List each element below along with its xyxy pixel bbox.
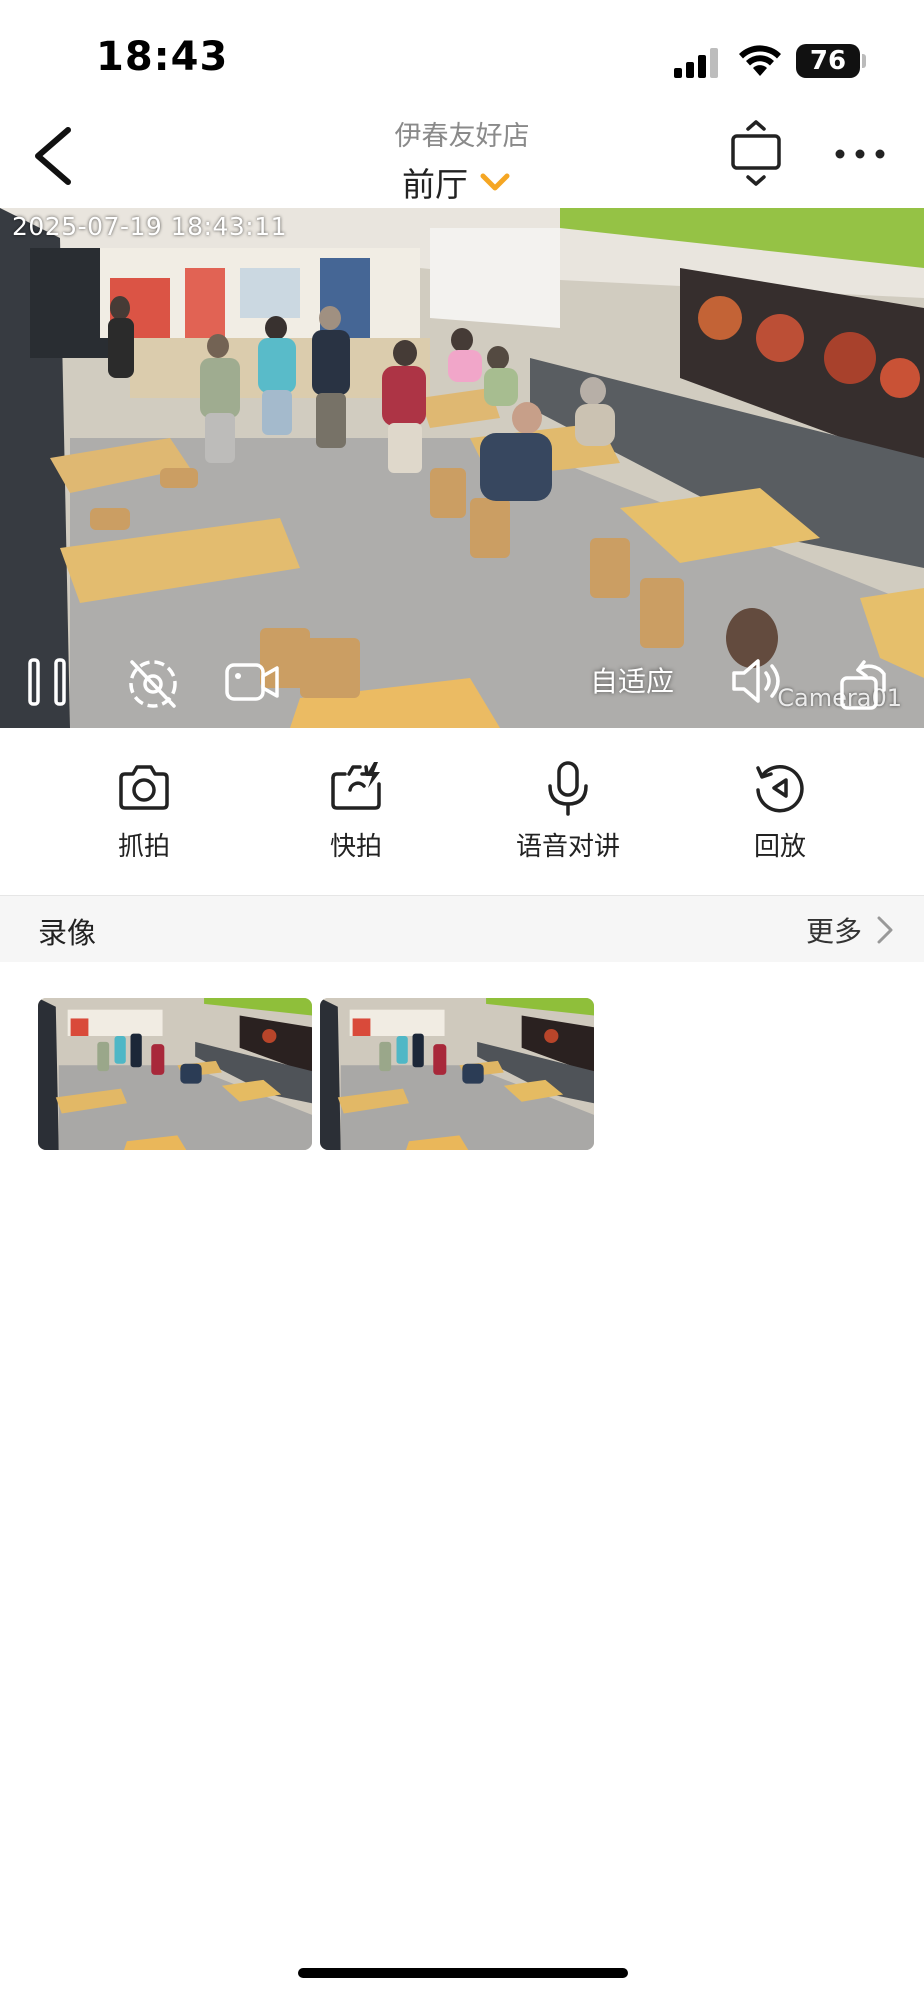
voice-intercom-label: 语音对讲 bbox=[515, 832, 620, 862]
ptz-disabled-icon[interactable] bbox=[124, 656, 182, 712]
playback-button[interactable]: 回放 bbox=[700, 760, 860, 863]
camera-name: 前厅 bbox=[402, 165, 468, 204]
chevron-down-icon bbox=[480, 173, 510, 191]
record-video-icon[interactable] bbox=[224, 660, 280, 704]
camera-selector[interactable]: 前厅 bbox=[402, 160, 510, 204]
header: 伊春友好店 前厅 bbox=[0, 110, 924, 210]
capture-label: 抓拍 bbox=[117, 832, 170, 862]
wifi-icon bbox=[739, 45, 781, 76]
recordings-section-header: 录像 更多 bbox=[0, 895, 924, 962]
store-name: 伊春友好店 bbox=[394, 121, 530, 152]
action-toolbar: 抓拍 快拍 语音对讲 回放 bbox=[0, 728, 924, 894]
screen-rotate-icon[interactable] bbox=[730, 120, 782, 186]
adaptive-resolution-button[interactable]: 自适应 bbox=[590, 660, 674, 700]
playback-label: 回放 bbox=[753, 832, 806, 862]
quick-capture-icon bbox=[331, 762, 381, 810]
camera-icon bbox=[119, 765, 169, 810]
more-options-icon[interactable] bbox=[834, 134, 886, 174]
live-video-player[interactable]: 2025-07-19 18:43:11 Camera01 自适应 bbox=[0, 208, 924, 728]
recording-thumbnail[interactable] bbox=[38, 998, 312, 1150]
pause-icon[interactable] bbox=[26, 656, 70, 708]
quick-capture-label: 快拍 bbox=[329, 832, 382, 862]
recordings-list bbox=[38, 998, 898, 1152]
battery-icon: 76 bbox=[796, 44, 860, 78]
status-bar: 18:43 76 bbox=[0, 0, 924, 110]
video-timestamp: 2025-07-19 18:43:11 bbox=[12, 212, 288, 241]
home-indicator bbox=[298, 1968, 628, 1978]
playback-icon bbox=[756, 765, 804, 813]
battery-cap bbox=[862, 54, 866, 68]
recordings-more-link[interactable]: 更多 bbox=[806, 910, 894, 950]
recordings-title: 录像 bbox=[38, 916, 97, 950]
cellular-signal-icon bbox=[674, 46, 722, 78]
chevron-right-icon bbox=[877, 916, 893, 944]
voice-intercom-button[interactable]: 语音对讲 bbox=[488, 760, 648, 863]
battery-level: 76 bbox=[809, 46, 847, 76]
status-time: 18:43 bbox=[96, 34, 229, 80]
speaker-icon[interactable] bbox=[730, 656, 786, 706]
live-video-frame bbox=[0, 208, 924, 728]
quick-capture-button[interactable]: 快拍 bbox=[276, 760, 436, 863]
recording-thumbnail[interactable] bbox=[320, 998, 594, 1150]
recording-thumbnail-image bbox=[38, 998, 312, 1150]
more-link-label: 更多 bbox=[805, 915, 862, 948]
microphone-icon bbox=[548, 761, 588, 816]
recording-thumbnail-image bbox=[320, 998, 594, 1150]
rotate-screen-icon[interactable] bbox=[838, 652, 894, 712]
capture-button[interactable]: 抓拍 bbox=[64, 760, 224, 863]
